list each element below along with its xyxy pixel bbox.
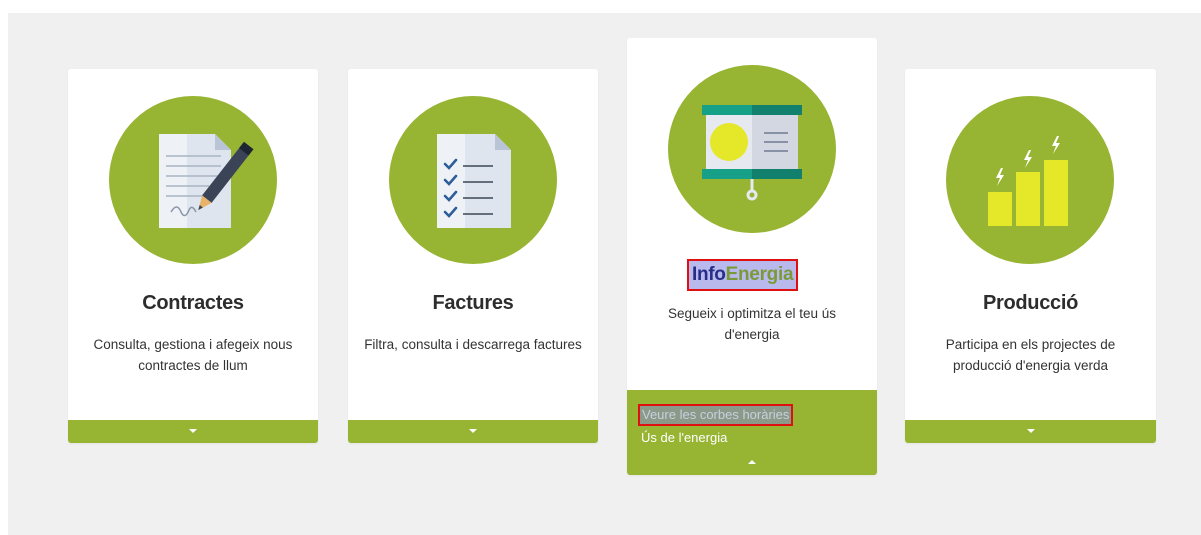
invoice-checklist-icon — [389, 96, 557, 264]
brand-part-energia: Energia — [725, 264, 794, 285]
card-description: Segueix i optimitza el teu ús d'energia — [667, 306, 837, 342]
presentation-board-icon — [668, 65, 836, 233]
link-veure-corbes-horaries[interactable]: Veure les corbes horàries — [637, 404, 794, 426]
bar-chart-lightning-icon — [946, 96, 1114, 264]
expand-bar[interactable] — [905, 420, 1156, 443]
card-description: Participa en els projectes de producció … — [945, 337, 1116, 373]
expand-bar[interactable] — [68, 420, 318, 443]
expand-bar[interactable] — [348, 420, 598, 443]
card-factures[interactable]: Factures Filtra, consulta i descarrega f… — [348, 69, 598, 443]
brand-part-info: Info — [692, 264, 726, 285]
expanded-links-panel: Veure les corbes horàries Ús de l'energi… — [627, 390, 877, 475]
chevron-down-icon[interactable] — [189, 429, 197, 433]
card-produccio[interactable]: Producció Participa en els projectes de … — [905, 69, 1156, 443]
chevron-up-icon[interactable] — [748, 460, 756, 464]
contract-document-pen-icon — [109, 96, 277, 264]
card-title: Contractes — [142, 292, 244, 314]
card-contractes[interactable]: Contractes Consulta, gestiona i afegeix … — [68, 69, 318, 443]
chevron-down-icon[interactable] — [1026, 429, 1035, 433]
infoenergia-logo-title: InfoEnergia — [686, 259, 799, 291]
link-us-energia[interactable]: Ús de l'energia — [641, 430, 727, 445]
card-title: Factures — [432, 292, 514, 314]
card-title: Producció — [982, 292, 1079, 314]
card-description: Filtra, consulta i descarrega factures — [364, 337, 582, 352]
chevron-down-icon[interactable] — [469, 429, 477, 433]
card-infoenergia[interactable]: InfoEnergia Segueix i optimitza el teu ú… — [627, 38, 877, 475]
card-description: Consulta, gestiona i afegeix nous contra… — [93, 337, 293, 373]
